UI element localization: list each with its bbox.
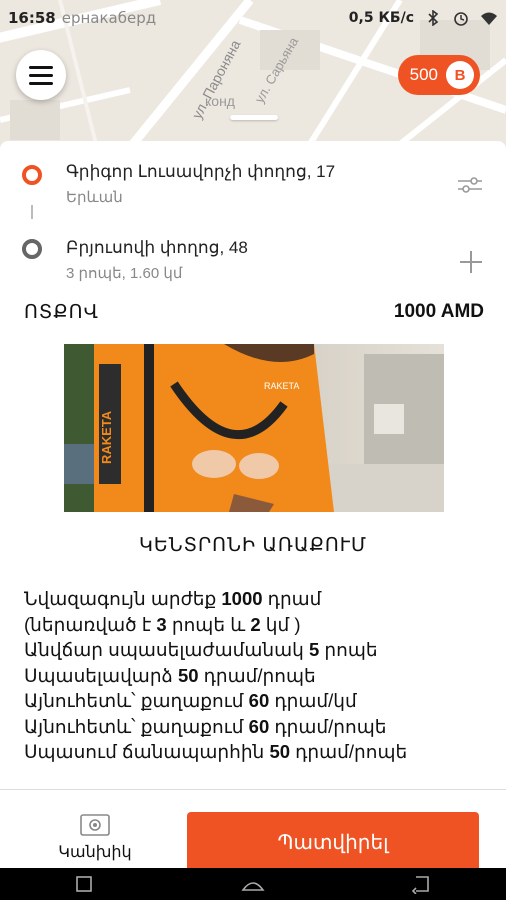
menu-icon (29, 73, 53, 77)
origin-address: Գրիգոր Լուսավորչի փողոց, 17 (66, 162, 336, 181)
filter-settings-icon[interactable] (458, 175, 482, 195)
balance-button[interactable]: 500 B (397, 55, 480, 95)
promo-heading: ԿԵՆՏՐՈՆԻ ԱՌԱՔՈՒՄ (138, 535, 368, 556)
status-location-text: ернакаберд (61, 9, 157, 27)
balance-amount: 500 (409, 65, 438, 84)
payment-method-label: Կանխիկ (58, 844, 132, 861)
description-line: (ներառված է 3 րոպե և 2 կմ ) (24, 613, 301, 635)
destination-address: Բրյուսովի փողոց, 48 (66, 238, 248, 257)
order-sheet: Գրիգոր Լուսավորչի փողոց, 17 Երևան Բրյուս… (0, 141, 506, 868)
order-button[interactable]: Պատվիրել (187, 812, 479, 868)
route-to[interactable]: Բրյուսովի փողոց, 48 3 րոպե, 1.60 կմ (0, 221, 506, 291)
status-indicators: 0,5 КБ/с (349, 10, 498, 26)
recent-apps-icon[interactable] (72, 874, 96, 894)
origin-city: Երևան (66, 189, 123, 206)
system-nav-bar (0, 868, 506, 900)
promo-image-shirt-logo: RAKETA (264, 381, 299, 391)
order-bottom-bar: Կանխիկ Պատվիրել (0, 789, 506, 868)
alarm-icon (454, 12, 468, 26)
menu-button[interactable] (16, 50, 66, 100)
route-from[interactable]: Գրիգոր Լուսավորչի փողոց, 17 Երևան (0, 141, 506, 211)
map-street-label: конд (205, 93, 235, 109)
menu-icon (29, 65, 53, 69)
status-bar: 16:58 ернакаберд 0,5 КБ/с (0, 0, 506, 36)
description-line: Նվազագույն արժեք 1000 դրամ (24, 588, 322, 609)
origin-marker-icon (22, 165, 42, 185)
cash-icon (80, 814, 110, 836)
destination-marker-icon (22, 239, 42, 259)
bonus-coin-icon: B (446, 61, 474, 89)
status-time: 16:58 (8, 9, 56, 27)
home-icon[interactable] (241, 874, 265, 894)
route-connector (31, 205, 33, 219)
description-line: Անվճար սպասելաժամանակ 5 րոպե (24, 639, 378, 660)
sheet-drag-handle[interactable] (230, 115, 278, 120)
network-speed: 0,5 КБ/с (348, 10, 414, 26)
tariff-name: ՈՏՔՈՎ (24, 302, 99, 323)
bluetooth-icon (428, 10, 439, 26)
menu-icon (29, 81, 53, 85)
description-line: Այնուհետև՝ քաղաքում 60 դրամ/րոպե (24, 715, 387, 737)
wifi-icon (481, 12, 497, 25)
add-stop-icon[interactable] (460, 251, 482, 273)
tariff-row[interactable]: ՈՏՔՈՎ 1000 AMD (24, 301, 484, 325)
payment-method-button[interactable]: Կանխիկ (30, 814, 160, 862)
description-line: Սպասելավարձ 50 դրամ/րոպե (24, 664, 316, 686)
promo-image-brand: RAKETA (99, 410, 114, 464)
courier-promo-image: RAKETA RAKETA (64, 344, 444, 512)
route-eta-distance: 3 րոպե, 1.60 կմ (66, 265, 183, 282)
back-icon[interactable] (410, 874, 434, 894)
tariff-description: Նվազագույն արժեք 1000 դրամ (ներառված է 3… (24, 586, 494, 765)
tariff-price: 1000 AMD (393, 301, 484, 322)
description-line: Այնուհետև՝ քաղաքում 60 դրամ/կմ (24, 690, 357, 711)
description-line: Սպասում ճանապարհին 50 դրամ/րոպե (24, 741, 408, 762)
